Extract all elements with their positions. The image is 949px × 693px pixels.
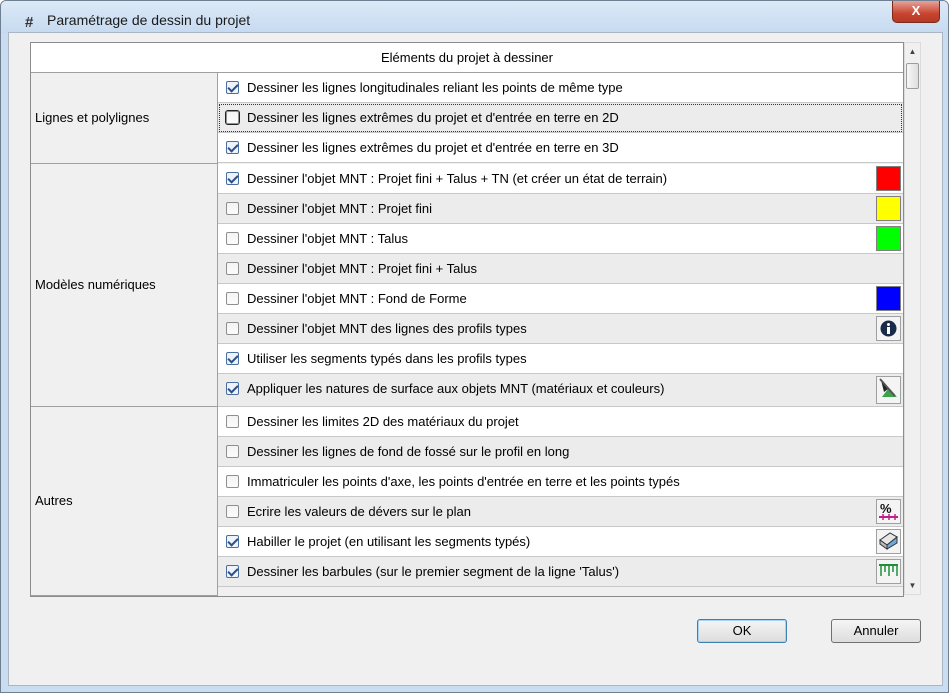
option-checkbox[interactable]: [226, 445, 239, 458]
group-modeles: Modèles numériques: [31, 164, 218, 407]
option-checkbox[interactable]: [226, 415, 239, 428]
option-checkbox[interactable]: [226, 172, 239, 185]
option-checkbox[interactable]: [226, 535, 239, 548]
option-row[interactable]: Dessiner les lignes extrêmes du projet e…: [218, 103, 903, 133]
option-checkbox[interactable]: [226, 81, 239, 94]
option-checkbox[interactable]: [226, 292, 239, 305]
color-swatch-blue[interactable]: [876, 286, 901, 311]
info-icon[interactable]: [876, 316, 901, 341]
option-checkbox[interactable]: [226, 322, 239, 335]
color-swatch-yellow[interactable]: [876, 196, 901, 221]
option-label: Dessiner l'objet MNT : Projet fini: [247, 201, 433, 216]
option-label: Dessiner l'objet MNT des lignes des prof…: [247, 321, 527, 336]
option-checkbox[interactable]: [226, 141, 239, 154]
option-row[interactable]: Dessiner l'objet MNT : Fond de Forme: [218, 284, 903, 314]
scroll-up-arrow-icon[interactable]: ▲: [905, 43, 920, 60]
option-checkbox[interactable]: [226, 565, 239, 578]
grid-header: Eléments du projet à dessiner: [31, 43, 903, 73]
option-row[interactable]: Dessiner l'objet MNT : Projet fini + Tal…: [218, 254, 903, 284]
option-label: Dessiner les barbules (sur le premier se…: [247, 564, 620, 579]
group-label-lignes: Lignes et polylignes: [35, 110, 150, 125]
title-bar[interactable]: # Paramétrage de dessin du projet X: [1, 1, 948, 33]
option-label: Dessiner l'objet MNT : Fond de Forme: [247, 291, 467, 306]
option-row[interactable]: Dessiner l'objet MNT : Talus: [218, 224, 903, 254]
option-row[interactable]: Dessiner les barbules (sur le premier se…: [218, 557, 903, 587]
option-label: Appliquer les natures de surface aux obj…: [247, 381, 665, 396]
option-row[interactable]: Ecrire les valeurs de dévers sur le plan…: [218, 497, 903, 527]
color-swatch-green[interactable]: [876, 226, 901, 251]
option-label: Dessiner l'objet MNT : Talus: [247, 231, 408, 246]
option-label: Dessiner l'objet MNT : Projet fini + Tal…: [247, 261, 477, 276]
percent-devers-icon[interactable]: %: [876, 499, 901, 524]
option-checkbox[interactable]: [226, 505, 239, 518]
option-checkbox[interactable]: [226, 352, 239, 365]
group-label-autres: Autres: [35, 493, 73, 508]
color-swatch-red[interactable]: [876, 166, 901, 191]
option-label: Dessiner les lignes extrêmes du projet e…: [247, 140, 619, 155]
option-label: Dessiner les lignes longitudinales relia…: [247, 80, 623, 95]
option-label: Dessiner les limites 2D des matériaux du…: [247, 414, 519, 429]
elements-grid: Eléments du projet à dessiner Lignes et …: [30, 42, 904, 597]
option-row[interactable]: Dessiner les lignes extrêmes du projet e…: [218, 133, 903, 163]
option-checkbox[interactable]: [226, 232, 239, 245]
option-label: Dessiner les lignes extrêmes du projet e…: [247, 110, 619, 125]
option-row[interactable]: Habiller le projet (en utilisant les seg…: [218, 527, 903, 557]
svg-text:%: %: [880, 501, 892, 516]
scroll-thumb[interactable]: [906, 63, 919, 89]
option-label: Dessiner l'objet MNT : Projet fini + Tal…: [247, 171, 668, 186]
barbules-icon[interactable]: [876, 559, 901, 584]
option-row[interactable]: Utiliser les segments typés dans les pro…: [218, 344, 903, 374]
option-label: Immatriculer les points d'axe, les point…: [247, 474, 680, 489]
close-button[interactable]: X: [892, 1, 940, 23]
group-lignes: Lignes et polylignes: [31, 73, 218, 164]
option-row[interactable]: Immatriculer les points d'axe, les point…: [218, 467, 903, 497]
grid-app-icon: #: [25, 14, 34, 31]
option-row[interactable]: Dessiner les lignes de fond de fossé sur…: [218, 437, 903, 467]
option-checkbox[interactable]: [226, 111, 239, 124]
option-label: Habiller le projet (en utilisant les seg…: [247, 534, 531, 549]
option-row[interactable]: Dessiner les lignes longitudinales relia…: [218, 73, 903, 103]
option-label: Dessiner les lignes de fond de fossé sur…: [247, 444, 570, 459]
option-label: Ecrire les valeurs de dévers sur le plan: [247, 504, 471, 519]
vertical-scrollbar[interactable]: ▲ ▼: [904, 42, 921, 595]
option-checkbox[interactable]: [226, 262, 239, 275]
option-row[interactable]: Appliquer les natures de surface aux obj…: [218, 374, 903, 407]
group-label-modeles: Modèles numériques: [35, 277, 156, 292]
option-row[interactable]: Dessiner les limites 2D des matériaux du…: [218, 407, 903, 437]
ok-button[interactable]: OK: [697, 619, 787, 643]
option-checkbox[interactable]: [226, 382, 239, 395]
dress-project-icon[interactable]: [876, 529, 901, 554]
option-label: Utiliser les segments typés dans les pro…: [247, 351, 527, 366]
group-autres: Autres: [31, 407, 218, 596]
option-row[interactable]: Dessiner l'objet MNT des lignes des prof…: [218, 314, 903, 344]
dialog-window: # Paramétrage de dessin du projet X Elém…: [0, 0, 949, 693]
option-checkbox[interactable]: [226, 202, 239, 215]
option-row[interactable]: Dessiner l'objet MNT : Projet fini: [218, 194, 903, 224]
scroll-down-arrow-icon[interactable]: ▼: [905, 577, 920, 594]
close-icon: X: [911, 3, 921, 18]
cancel-button[interactable]: Annuler: [831, 619, 921, 643]
option-checkbox[interactable]: [226, 475, 239, 488]
option-row[interactable]: Dessiner l'objet MNT : Projet fini + Tal…: [218, 164, 903, 194]
surface-material-icon[interactable]: [876, 376, 901, 404]
window-title: Paramétrage de dessin du projet: [47, 12, 251, 28]
